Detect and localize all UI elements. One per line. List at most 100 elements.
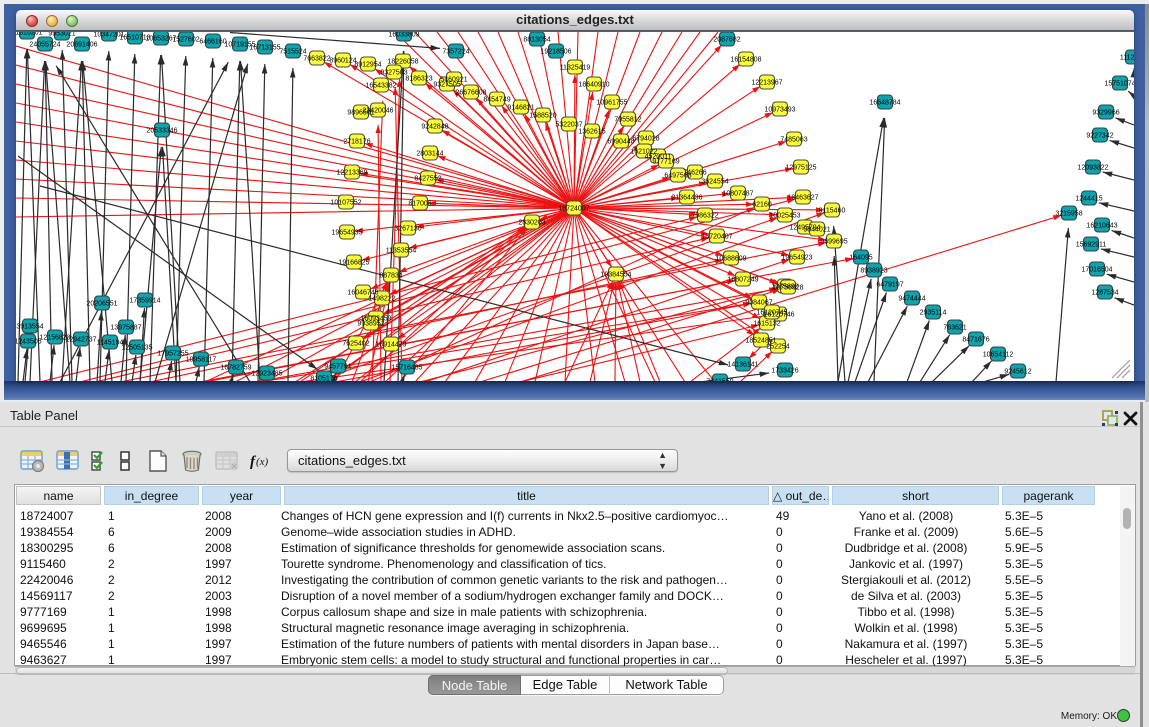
- svg-text:12213967: 12213967: [751, 80, 782, 87]
- svg-text:7986322: 7986322: [691, 213, 718, 220]
- svg-text:9327503: 9327503: [380, 70, 407, 77]
- svg-text:9245612: 9245612: [1004, 369, 1031, 376]
- svg-text:12093822: 12093822: [1077, 165, 1108, 172]
- svg-text:20206551: 20206551: [86, 301, 117, 308]
- svg-text:(x): (x): [256, 456, 269, 468]
- svg-text:16713155: 16713155: [249, 45, 280, 52]
- svg-text:17957255: 17957255: [157, 351, 188, 358]
- svg-text:18463627: 18463627: [787, 195, 818, 202]
- svg-text:8960124: 8960124: [329, 58, 356, 65]
- svg-text:11325419: 11325419: [560, 65, 591, 72]
- svg-text:9457791: 9457791: [324, 364, 351, 371]
- svg-text:12505135: 12505135: [121, 345, 152, 352]
- svg-text:9938951: 9938951: [357, 321, 384, 328]
- svg-text:19654935: 19654935: [331, 230, 362, 237]
- svg-text:19384554: 19384554: [600, 272, 631, 279]
- svg-text:10961755: 10961755: [596, 100, 627, 107]
- svg-text:3913554: 3913554: [16, 324, 43, 331]
- svg-text:16154808: 16154808: [730, 57, 761, 64]
- svg-text:16648784: 16648784: [869, 100, 900, 107]
- svg-text:16033809: 16033809: [388, 32, 419, 39]
- svg-text:12975125: 12975125: [785, 165, 816, 172]
- svg-text:12942737: 12942737: [65, 337, 96, 344]
- svg-text:9084067: 9084067: [745, 300, 772, 307]
- svg-text:15692911: 15692911: [1076, 242, 1107, 249]
- svg-text:15716485: 15716485: [391, 365, 422, 372]
- svg-text:7515524: 7515524: [279, 49, 306, 56]
- svg-text:19166825: 19166825: [338, 260, 369, 267]
- svg-text:21364436: 21364436: [671, 195, 702, 202]
- svg-text:19218506: 19218506: [540, 49, 571, 56]
- svg-text:1362615: 1362615: [578, 129, 605, 136]
- svg-text:9242848: 9242848: [421, 124, 448, 131]
- svg-text:1244415: 1244415: [1075, 196, 1102, 203]
- svg-text:20691406: 20691406: [66, 42, 97, 49]
- svg-text:2718176: 2718176: [343, 139, 370, 146]
- svg-text:19654923: 19654923: [781, 255, 812, 262]
- svg-text:9699695: 9699695: [820, 239, 847, 246]
- svg-text:9115460: 9115460: [819, 208, 846, 215]
- svg-text:16120745: 16120745: [756, 310, 787, 317]
- svg-text:15751074: 15751074: [1104, 81, 1134, 88]
- svg-text:12923485: 12923485: [251, 371, 282, 378]
- svg-text:2087682: 2087682: [713, 37, 740, 44]
- svg-text:7663822: 7663822: [303, 56, 330, 63]
- svg-text:21818201: 21818201: [16, 32, 43, 37]
- svg-text:16543382: 16543382: [365, 83, 396, 90]
- svg-text:8813054: 8813054: [523, 37, 550, 44]
- svg-text:1498222: 1498222: [368, 296, 395, 303]
- svg-text:12213369: 12213369: [336, 170, 367, 177]
- svg-text:13975887: 13975887: [110, 325, 141, 332]
- svg-text:10973493: 10973493: [764, 107, 795, 114]
- svg-text:7625402: 7625402: [342, 341, 369, 348]
- svg-text:1112843: 1112843: [1120, 55, 1134, 62]
- svg-text:763621: 763621: [943, 325, 966, 332]
- svg-text:11353554: 11353554: [386, 248, 417, 255]
- svg-text:8427552: 8427552: [414, 176, 441, 183]
- svg-text:7341559: 7341559: [706, 379, 733, 382]
- svg-text:10107552: 10107552: [330, 200, 361, 207]
- svg-text:14136141: 14136141: [727, 362, 758, 369]
- svg-text:20533346: 20533346: [146, 128, 177, 135]
- svg-text:1287534: 1287534: [1091, 290, 1118, 297]
- svg-text:3267130: 3267130: [394, 226, 421, 233]
- svg-text:8938923: 8938923: [860, 268, 887, 275]
- svg-text:23420046: 23420046: [362, 108, 393, 115]
- svg-text:16782759: 16782759: [220, 365, 251, 372]
- svg-text:8454749: 8454749: [483, 97, 510, 104]
- svg-text:1243505: 1243505: [16, 339, 42, 346]
- svg-text:5322037: 5322037: [555, 122, 582, 129]
- svg-text:26676608: 26676608: [455, 90, 486, 97]
- svg-text:16210643: 16210643: [1086, 223, 1117, 230]
- svg-text:10688609: 10688609: [715, 256, 746, 263]
- svg-text:2803144: 2803144: [416, 151, 443, 158]
- svg-text:9953021: 9953021: [48, 32, 75, 38]
- svg-text:18807249: 18807249: [727, 277, 758, 284]
- svg-text:6990448: 6990448: [607, 139, 634, 146]
- svg-text:7485063: 7485063: [780, 137, 807, 144]
- svg-text:8105174: 8105174: [310, 376, 337, 382]
- svg-text:817006: 817006: [408, 201, 431, 208]
- svg-text:15720407: 15720407: [701, 234, 732, 241]
- svg-text:6466160: 6466160: [199, 39, 226, 46]
- svg-text:10654112: 10654112: [983, 352, 1014, 359]
- svg-text:1733426: 1733426: [771, 368, 798, 375]
- svg-text:746266: 746266: [683, 170, 706, 177]
- svg-text:1588520: 1588520: [529, 113, 556, 120]
- svg-text:8471676: 8471676: [962, 337, 989, 344]
- svg-text:887834: 887834: [379, 273, 402, 280]
- svg-text:9227342: 9227342: [1086, 133, 1113, 140]
- svg-text:3215958: 3215958: [1055, 211, 1082, 218]
- svg-text:164095: 164095: [849, 255, 872, 262]
- svg-text:9474444: 9474444: [898, 296, 925, 303]
- svg-text:17016504: 17016504: [1081, 267, 1112, 274]
- svg-text:5460921: 5460921: [440, 77, 467, 84]
- svg-text:9844021: 9844021: [803, 227, 830, 234]
- svg-text:18226058: 18226058: [387, 59, 418, 66]
- svg-text:62160: 62160: [752, 202, 772, 209]
- svg-text:7955812: 7955812: [614, 117, 641, 124]
- svg-text:10756928: 10756928: [772, 285, 803, 292]
- svg-text:16914479: 16914479: [375, 342, 406, 349]
- svg-text:1145194: 1145194: [97, 340, 124, 347]
- svg-text:6794028: 6794028: [632, 136, 659, 143]
